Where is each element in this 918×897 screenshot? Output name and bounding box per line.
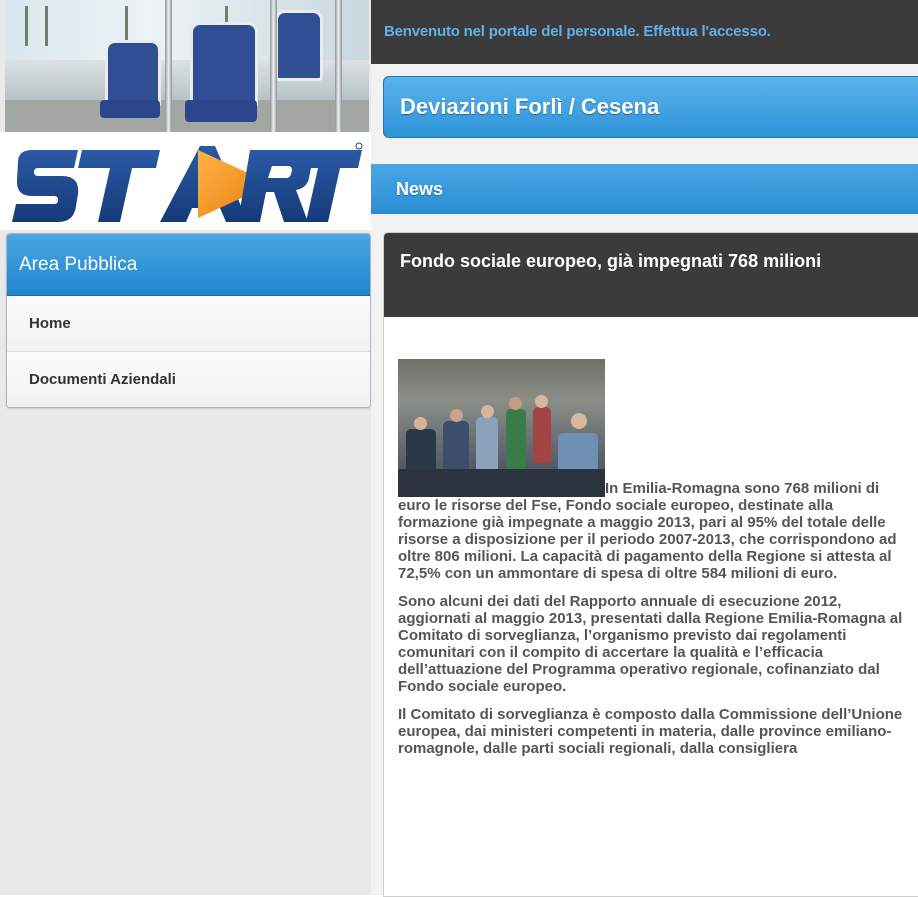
main-content: Benvenuto nel portale del personale. Eff… — [371, 0, 918, 897]
article-body: In Emilia-Romagna sono 768 milioni di eu… — [384, 317, 918, 757]
article-paragraph-2: Sono alcuni dei dati del Rapporto annual… — [398, 593, 903, 695]
article-paragraph: In Emilia-Romagna sono 768 milioni di eu… — [398, 359, 906, 582]
deviazioni-button[interactable]: Deviazioni Forlì / Cesena — [383, 76, 918, 138]
sidebar-nav: Area Pubblica Home Documenti Aziendali — [6, 233, 371, 408]
article-title[interactable]: Fondo sociale europeo, già impegnati 768… — [384, 233, 918, 317]
article-paragraph-3: Il Comitato di sorveglianza è composto d… — [398, 706, 903, 757]
left-column: Area Pubblica Home Documenti Aziendali — [0, 0, 371, 895]
sidebar-item-documenti-aziendali[interactable]: Documenti Aziendali — [7, 351, 370, 407]
news-article: Fondo sociale europeo, già impegnati 768… — [383, 232, 918, 897]
start-logo-graphic — [12, 142, 363, 222]
news-header: News — [371, 164, 918, 214]
classroom-photo — [398, 359, 605, 497]
sidebar-item-home[interactable]: Home — [7, 296, 370, 351]
bus-interior-image — [5, 0, 369, 132]
welcome-banner: Benvenuto nel portale del personale. Eff… — [371, 0, 918, 64]
start-logo[interactable] — [0, 132, 371, 230]
sidebar-title: Area Pubblica — [7, 234, 370, 296]
